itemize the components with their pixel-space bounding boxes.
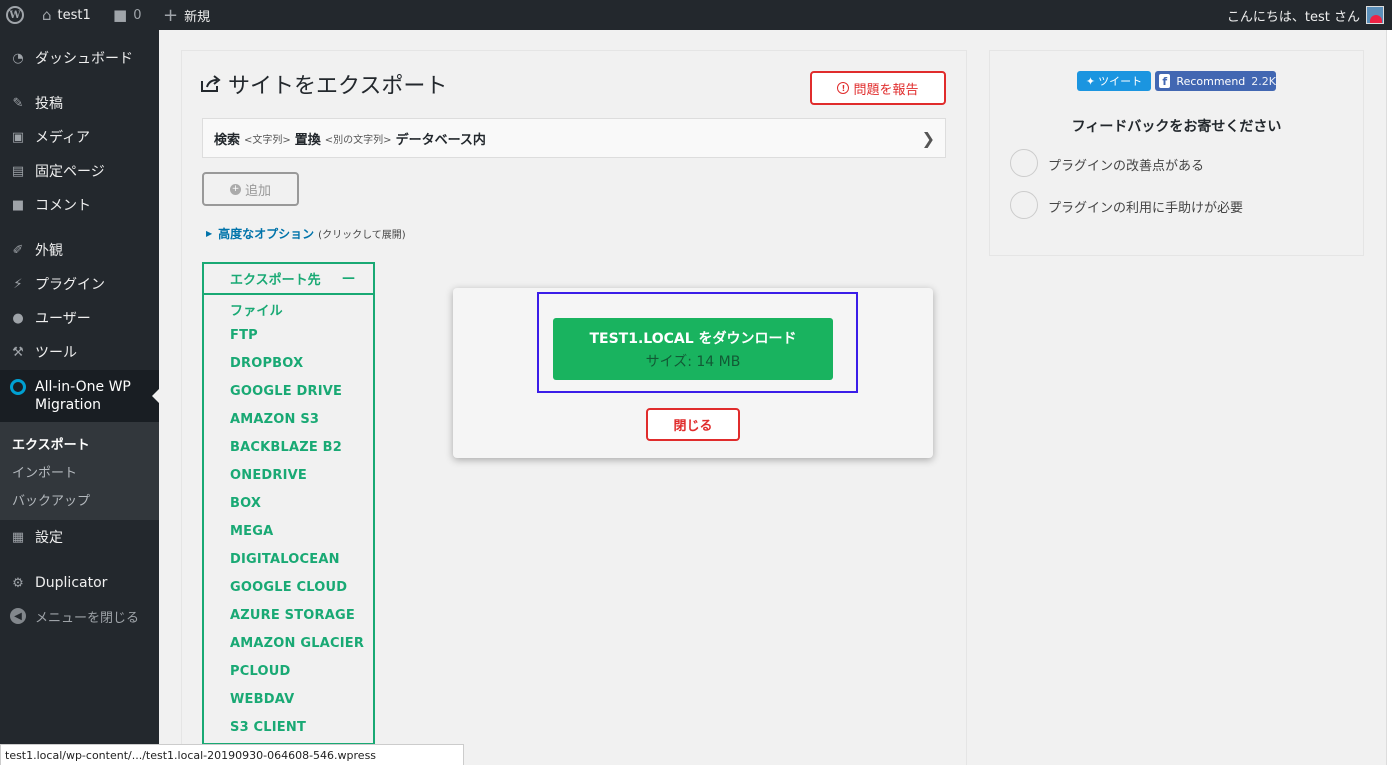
- browser-status-bar: test1.local/wp-content/.../test1.local-2…: [0, 744, 464, 765]
- download-backup-button[interactable]: TEST1.LOCAL をダウンロード サイズ: 14 MB: [553, 318, 833, 380]
- download-size: サイズ: 14 MB: [645, 353, 741, 370]
- download-label: TEST1.LOCAL をダウンロード: [589, 330, 797, 347]
- close-button[interactable]: 閉じる: [646, 408, 740, 441]
